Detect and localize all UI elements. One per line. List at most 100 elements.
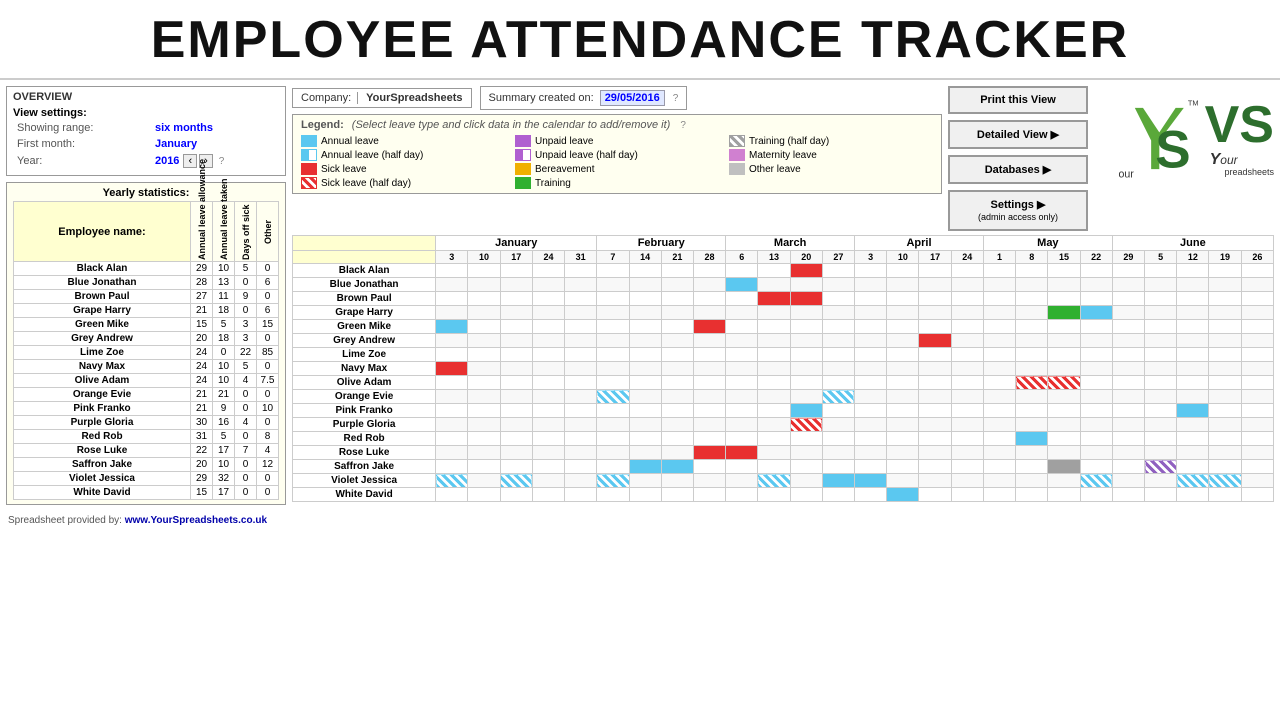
cal-cell[interactable] — [436, 264, 468, 278]
cal-cell[interactable] — [1177, 390, 1209, 404]
cal-cell[interactable] — [532, 306, 564, 320]
cal-cell[interactable] — [436, 376, 468, 390]
cal-cell[interactable] — [790, 306, 822, 320]
cal-cell[interactable] — [629, 418, 661, 432]
cal-cell[interactable] — [565, 432, 597, 446]
cal-cell[interactable] — [500, 306, 532, 320]
cal-cell[interactable] — [726, 278, 758, 292]
cal-cell[interactable] — [1145, 320, 1177, 334]
cal-cell[interactable] — [822, 488, 854, 502]
cal-cell[interactable] — [436, 278, 468, 292]
cal-cell[interactable] — [758, 292, 790, 306]
cal-cell[interactable] — [822, 390, 854, 404]
cal-cell[interactable] — [1112, 446, 1144, 460]
cal-cell[interactable] — [1080, 460, 1112, 474]
cal-cell[interactable] — [629, 278, 661, 292]
cal-cell[interactable] — [436, 362, 468, 376]
cal-cell[interactable] — [1241, 446, 1273, 460]
cal-cell[interactable] — [726, 320, 758, 334]
cal-cell[interactable] — [951, 320, 983, 334]
cal-cell[interactable] — [532, 320, 564, 334]
cal-cell[interactable] — [436, 390, 468, 404]
databases-button[interactable]: Databases ▶ — [948, 155, 1088, 184]
cal-cell[interactable] — [500, 404, 532, 418]
cal-cell[interactable] — [1209, 348, 1241, 362]
cal-cell[interactable] — [790, 278, 822, 292]
cal-cell[interactable] — [983, 278, 1015, 292]
cal-cell[interactable] — [1177, 404, 1209, 418]
cal-cell[interactable] — [565, 362, 597, 376]
cal-cell[interactable] — [1080, 348, 1112, 362]
cal-cell[interactable] — [629, 432, 661, 446]
cal-cell[interactable] — [532, 404, 564, 418]
cal-cell[interactable] — [597, 278, 629, 292]
cal-cell[interactable] — [758, 474, 790, 488]
cal-cell[interactable] — [983, 348, 1015, 362]
cal-cell[interactable] — [1080, 264, 1112, 278]
cal-cell[interactable] — [1016, 292, 1048, 306]
cal-cell[interactable] — [1080, 306, 1112, 320]
cal-cell[interactable] — [1241, 348, 1273, 362]
cal-cell[interactable] — [1209, 306, 1241, 320]
detailed-view-button[interactable]: Detailed View ▶ — [948, 120, 1088, 149]
cal-cell[interactable] — [1048, 418, 1080, 432]
cal-cell[interactable] — [855, 404, 887, 418]
cal-cell[interactable] — [693, 390, 725, 404]
cal-cell[interactable] — [1209, 278, 1241, 292]
cal-cell[interactable] — [919, 334, 951, 348]
cal-cell[interactable] — [1145, 474, 1177, 488]
settings-button[interactable]: Settings ▶ (admin access only) — [948, 190, 1088, 231]
cal-cell[interactable] — [983, 264, 1015, 278]
cal-cell[interactable] — [822, 460, 854, 474]
cal-cell[interactable] — [887, 376, 919, 390]
cal-cell[interactable] — [1209, 292, 1241, 306]
cal-cell[interactable] — [565, 460, 597, 474]
cal-cell[interactable] — [1145, 376, 1177, 390]
cal-cell[interactable] — [887, 446, 919, 460]
cal-cell[interactable] — [468, 460, 500, 474]
cal-cell[interactable] — [790, 446, 822, 460]
cal-cell[interactable] — [693, 404, 725, 418]
cal-cell[interactable] — [565, 320, 597, 334]
cal-cell[interactable] — [790, 362, 822, 376]
cal-cell[interactable] — [1209, 432, 1241, 446]
cal-cell[interactable] — [629, 488, 661, 502]
cal-cell[interactable] — [855, 474, 887, 488]
cal-cell[interactable] — [855, 362, 887, 376]
cal-cell[interactable] — [1048, 264, 1080, 278]
cal-cell[interactable] — [661, 320, 693, 334]
cal-cell[interactable] — [468, 390, 500, 404]
cal-cell[interactable] — [822, 348, 854, 362]
cal-cell[interactable] — [500, 334, 532, 348]
cal-cell[interactable] — [1209, 418, 1241, 432]
cal-cell[interactable] — [532, 362, 564, 376]
cal-cell[interactable] — [887, 474, 919, 488]
cal-cell[interactable] — [1080, 376, 1112, 390]
cal-cell[interactable] — [951, 264, 983, 278]
cal-cell[interactable] — [758, 306, 790, 320]
cal-cell[interactable] — [500, 460, 532, 474]
cal-cell[interactable] — [1048, 376, 1080, 390]
cal-cell[interactable] — [1016, 376, 1048, 390]
cal-cell[interactable] — [1016, 264, 1048, 278]
cal-cell[interactable] — [436, 418, 468, 432]
cal-cell[interactable] — [629, 362, 661, 376]
cal-cell[interactable] — [629, 292, 661, 306]
cal-cell[interactable] — [1112, 362, 1144, 376]
cal-cell[interactable] — [532, 432, 564, 446]
cal-cell[interactable] — [1112, 334, 1144, 348]
cal-cell[interactable] — [919, 418, 951, 432]
cal-cell[interactable] — [1048, 362, 1080, 376]
cal-cell[interactable] — [1112, 390, 1144, 404]
cal-cell[interactable] — [726, 418, 758, 432]
cal-cell[interactable] — [565, 292, 597, 306]
cal-cell[interactable] — [1241, 362, 1273, 376]
cal-cell[interactable] — [1112, 376, 1144, 390]
cal-cell[interactable] — [629, 320, 661, 334]
cal-cell[interactable] — [1048, 432, 1080, 446]
cal-cell[interactable] — [855, 460, 887, 474]
cal-cell[interactable] — [468, 278, 500, 292]
cal-cell[interactable] — [468, 418, 500, 432]
cal-cell[interactable] — [887, 306, 919, 320]
cal-cell[interactable] — [855, 376, 887, 390]
